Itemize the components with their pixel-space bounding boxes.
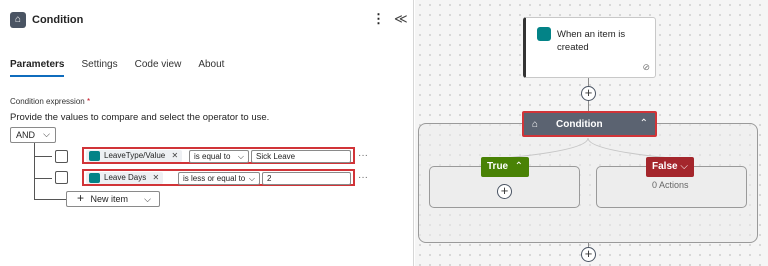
dynamic-token[interactable]: Leave Days ✕ [86,172,164,184]
false-branch-pill[interactable]: False ⌵ [646,157,694,177]
trigger-card[interactable]: When an item is created ⊘ [523,17,656,78]
token-label: LeaveType/Value [104,151,166,160]
tree-branch [34,156,52,157]
condition-expression-text: Condition expression [10,97,85,106]
true-branch-pill[interactable]: True ⌃ [481,157,529,177]
insert-step-plus-icon[interactable]: + [581,86,596,101]
new-item-label: New item [90,194,129,204]
false-actions-count: 0 Actions [652,180,689,190]
condition-icon: ⌂ [10,12,26,28]
chevron-up-icon[interactable]: ⌃ [640,118,648,129]
chevron-down-icon: ⌵ [248,174,255,183]
chevron-up-icon: ⌃ [514,161,523,172]
operator-value: is equal to [194,152,231,161]
row-checkbox[interactable] [55,150,68,163]
sharepoint-icon [89,173,100,183]
operator-select[interactable]: is less or equal to ⌵ [178,172,260,185]
tree-branch [34,199,66,200]
token-label: Leave Days [104,173,147,182]
operator-value: is less or equal to [183,174,246,183]
condition-panel: ⌂ Condition ⋮ ≪ Parameters Settings Code… [0,0,414,266]
add-action-plus-icon[interactable]: + [497,184,512,199]
row-checkbox[interactable] [55,171,68,184]
new-item-button[interactable]: + New item ⌵ [66,191,160,207]
condition-node[interactable]: ⌂ Condition ⌃ [522,111,657,137]
tab-about[interactable]: About [198,59,224,77]
tab-settings[interactable]: Settings [81,59,117,77]
insert-step-plus-icon[interactable]: + [581,247,596,262]
false-label: False [652,161,678,172]
link-icon[interactable]: ⊘ [642,62,650,73]
condition-icon: ⌂ [532,119,539,130]
dynamic-token[interactable]: LeaveType/Value ✕ [86,150,183,162]
sharepoint-icon [89,151,100,161]
condition-node-title: Condition [556,119,603,130]
condition-row: Leave Days ✕ is less or equal to ⌵ 2 [82,169,355,186]
tree-branch [34,178,52,179]
chevron-down-icon: ⌵ [237,152,244,161]
tab-bar: Parameters Settings Code view About [10,59,224,77]
group-operator-select[interactable]: AND ⌵ [10,127,56,143]
plus-icon: + [77,191,85,205]
row-more-icon[interactable]: ··· [358,150,368,161]
panel-title: Condition [32,14,84,26]
chevron-down-icon: ⌵ [144,194,151,204]
group-operator-value: AND [16,130,36,140]
sharepoint-icon [537,27,551,41]
condition-row: LeaveType/Value ✕ is equal to ⌵ Sick Lea… [82,147,355,164]
operator-select[interactable]: is equal to ⌵ [189,150,249,163]
collapse-icon[interactable]: ≪ [394,11,408,27]
row-more-icon[interactable]: ··· [358,172,368,183]
remove-token-icon[interactable]: ✕ [152,173,159,182]
true-label: True [487,161,509,172]
chevron-down-icon: ⌵ [680,161,688,172]
value-input[interactable]: Sick Leave [251,150,351,163]
value-input[interactable]: 2 [262,172,351,185]
tree-line [34,143,35,199]
remove-token-icon[interactable]: ✕ [171,151,178,160]
tab-code-view[interactable]: Code view [135,59,182,77]
kebab-icon[interactable]: ⋮ [372,12,385,26]
required-mark: * [86,97,91,106]
condition-hint: Provide the values to compare and select… [10,112,270,123]
tab-parameters[interactable]: Parameters [10,59,65,77]
trigger-title: When an item is created [557,29,626,53]
chevron-down-icon: ⌵ [43,129,50,139]
condition-expression-label: Condition expression * [10,97,90,106]
